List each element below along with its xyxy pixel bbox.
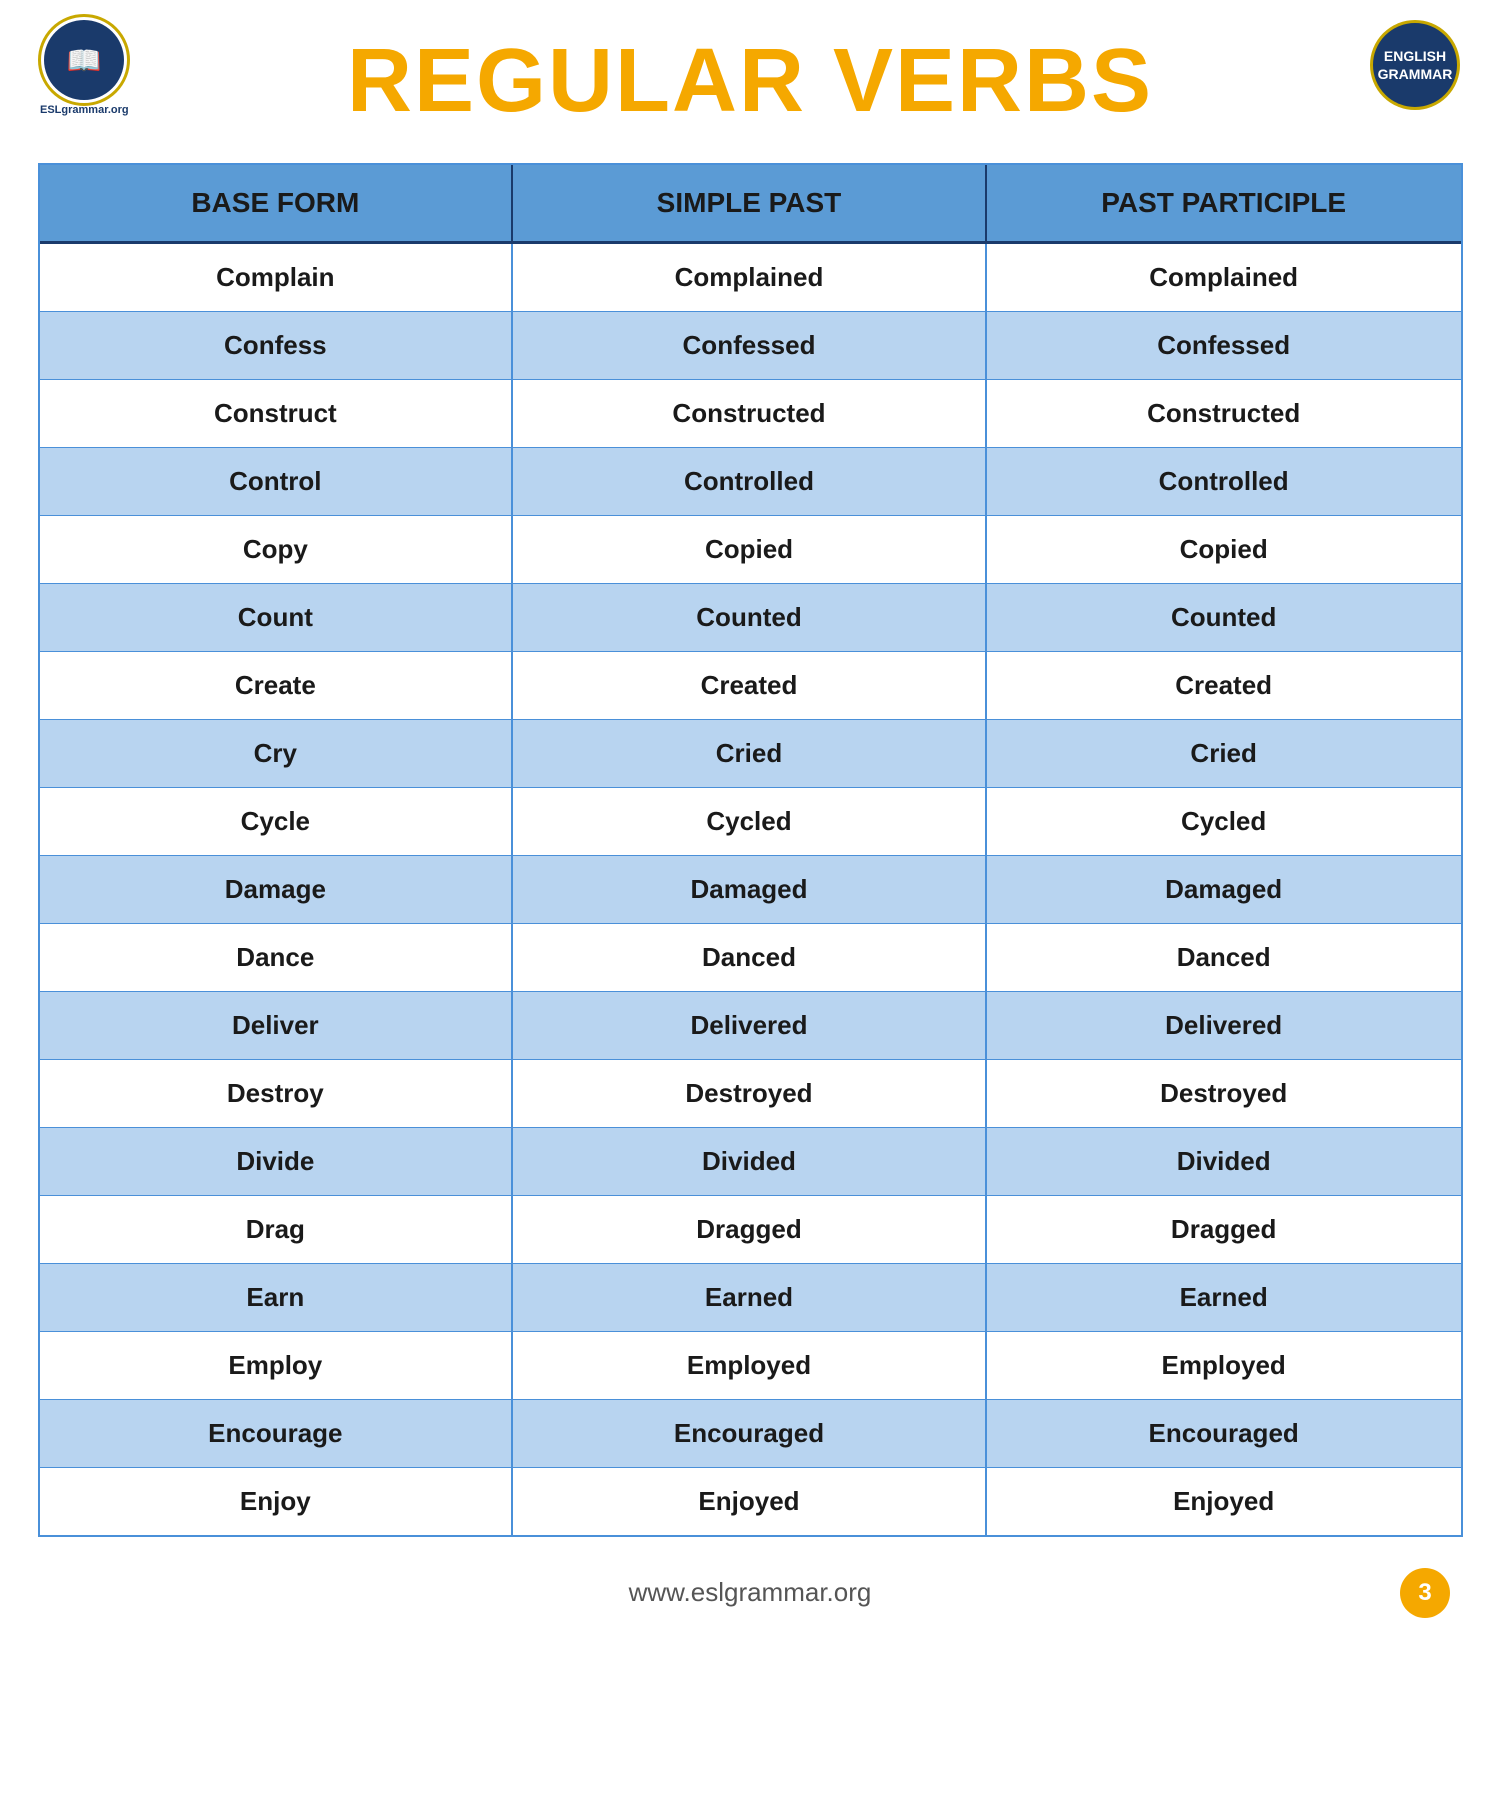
cell-past-participle: Confessed [987, 312, 1461, 379]
cell-base-form: Divide [40, 1128, 514, 1195]
cell-base-form: Encourage [40, 1400, 514, 1467]
table-row: ComplainComplainedComplained [40, 244, 1461, 312]
cell-simple-past: Damaged [513, 856, 987, 923]
table-row: EncourageEncouragedEncouraged [40, 1400, 1461, 1468]
cell-base-form: Control [40, 448, 514, 515]
cell-base-form: Earn [40, 1264, 514, 1331]
cell-past-participle: Created [987, 652, 1461, 719]
cell-past-participle: Destroyed [987, 1060, 1461, 1127]
cell-simple-past: Encouraged [513, 1400, 987, 1467]
cell-past-participle: Copied [987, 516, 1461, 583]
cell-base-form: Employ [40, 1332, 514, 1399]
cell-past-participle: Complained [987, 244, 1461, 311]
cell-base-form: Construct [40, 380, 514, 447]
table-row: ConstructConstructedConstructed [40, 380, 1461, 448]
table-row: DivideDividedDivided [40, 1128, 1461, 1196]
cell-base-form: Enjoy [40, 1468, 514, 1535]
col-header-past-participle: PAST PARTICIPLE [987, 165, 1461, 241]
cell-simple-past: Created [513, 652, 987, 719]
cell-past-participle: Damaged [987, 856, 1461, 923]
cell-past-participle: Encouraged [987, 1400, 1461, 1467]
cell-base-form: Count [40, 584, 514, 651]
table-body: ComplainComplainedComplainedConfessConfe… [40, 244, 1461, 1535]
cell-simple-past: Cried [513, 720, 987, 787]
cell-simple-past: Cycled [513, 788, 987, 855]
table-row: CreateCreatedCreated [40, 652, 1461, 720]
table-row: CycleCycledCycled [40, 788, 1461, 856]
cell-simple-past: Dragged [513, 1196, 987, 1263]
table-row: CryCriedCried [40, 720, 1461, 788]
logo-area: 📖 ESLgrammar.org [40, 20, 129, 116]
cell-simple-past: Danced [513, 924, 987, 991]
cell-simple-past: Counted [513, 584, 987, 651]
table-row: DestroyDestroyedDestroyed [40, 1060, 1461, 1128]
cell-past-participle: Enjoyed [987, 1468, 1461, 1535]
table-row: DamageDamagedDamaged [40, 856, 1461, 924]
table-row: ControlControlledControlled [40, 448, 1461, 516]
cell-simple-past: Copied [513, 516, 987, 583]
cell-simple-past: Earned [513, 1264, 987, 1331]
cell-simple-past: Confessed [513, 312, 987, 379]
cell-base-form: Damage [40, 856, 514, 923]
table-row: CopyCopiedCopied [40, 516, 1461, 584]
cell-past-participle: Dragged [987, 1196, 1461, 1263]
cell-base-form: Destroy [40, 1060, 514, 1127]
english-grammar-badge: ENGLISH GRAMMAR [1370, 20, 1460, 110]
cell-past-participle: Earned [987, 1264, 1461, 1331]
badge-area: ENGLISH GRAMMAR [1370, 20, 1460, 110]
table-header: BASE FORM SIMPLE PAST PAST PARTICIPLE [40, 165, 1461, 244]
cell-past-participle: Cycled [987, 788, 1461, 855]
footer-url: www.eslgrammar.org [629, 1577, 872, 1608]
cell-base-form: Cycle [40, 788, 514, 855]
table-row: EmployEmployedEmployed [40, 1332, 1461, 1400]
table-row: DeliverDeliveredDelivered [40, 992, 1461, 1060]
book-icon: 📖 [67, 44, 102, 77]
cell-base-form: Create [40, 652, 514, 719]
cell-base-form: Copy [40, 516, 514, 583]
footer: www.eslgrammar.org 3 [0, 1557, 1500, 1628]
cell-simple-past: Complained [513, 244, 987, 311]
cell-base-form: Drag [40, 1196, 514, 1263]
page-number: 3 [1400, 1568, 1450, 1618]
table-row: EarnEarnedEarned [40, 1264, 1461, 1332]
col-header-simple-past: SIMPLE PAST [513, 165, 987, 241]
cell-past-participle: Delivered [987, 992, 1461, 1059]
verbs-table: BASE FORM SIMPLE PAST PAST PARTICIPLE Co… [38, 163, 1463, 1537]
table-row: DanceDancedDanced [40, 924, 1461, 992]
cell-base-form: Dance [40, 924, 514, 991]
cell-past-participle: Controlled [987, 448, 1461, 515]
cell-past-participle: Counted [987, 584, 1461, 651]
page-title: REGULAR VERBS [347, 30, 1153, 133]
cell-simple-past: Destroyed [513, 1060, 987, 1127]
cell-base-form: Deliver [40, 992, 514, 1059]
table-row: ConfessConfessedConfessed [40, 312, 1461, 380]
cell-base-form: Complain [40, 244, 514, 311]
table-row: EnjoyEnjoyedEnjoyed [40, 1468, 1461, 1535]
badge-line2: GRAMMAR [1378, 65, 1453, 83]
logo-circle: 📖 [44, 20, 124, 100]
header: 📖 ESLgrammar.org REGULAR VERBS ENGLISH G… [0, 0, 1500, 153]
cell-simple-past: Employed [513, 1332, 987, 1399]
table-row: CountCountedCounted [40, 584, 1461, 652]
cell-simple-past: Enjoyed [513, 1468, 987, 1535]
badge-line1: ENGLISH [1384, 47, 1446, 65]
cell-past-participle: Constructed [987, 380, 1461, 447]
table-row: DragDraggedDragged [40, 1196, 1461, 1264]
cell-base-form: Cry [40, 720, 514, 787]
cell-simple-past: Constructed [513, 380, 987, 447]
cell-simple-past: Delivered [513, 992, 987, 1059]
cell-simple-past: Divided [513, 1128, 987, 1195]
cell-past-participle: Cried [987, 720, 1461, 787]
cell-past-participle: Danced [987, 924, 1461, 991]
col-header-base: BASE FORM [40, 165, 514, 241]
cell-past-participle: Divided [987, 1128, 1461, 1195]
cell-simple-past: Controlled [513, 448, 987, 515]
cell-base-form: Confess [40, 312, 514, 379]
cell-past-participle: Employed [987, 1332, 1461, 1399]
